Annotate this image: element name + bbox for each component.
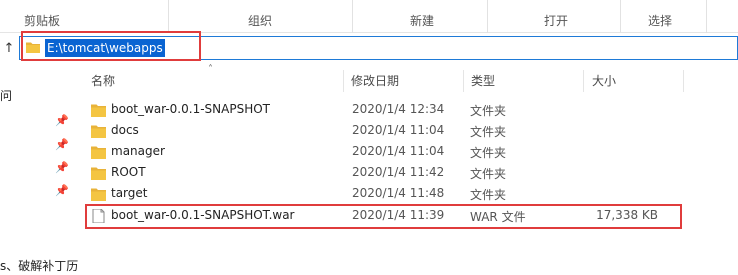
column-divider[interactable] bbox=[683, 70, 684, 92]
ribbon-group-clipboard: 剪贴板 bbox=[23, 14, 60, 28]
ribbon-divider bbox=[706, 0, 707, 33]
file-row[interactable]: target 2020/1/4 11:48 文件夹 bbox=[84, 184, 684, 205]
pin-icon: 📌 bbox=[55, 184, 69, 197]
sort-ascending-icon: ˄ bbox=[208, 64, 213, 75]
file-row[interactable]: manager 2020/1/4 11:04 文件夹 bbox=[84, 142, 684, 163]
folder-icon bbox=[91, 125, 106, 138]
folder-icon bbox=[91, 167, 106, 180]
ribbon-group-open: 打开 bbox=[543, 14, 568, 28]
address-highlight-box bbox=[21, 31, 201, 61]
file-name[interactable]: docs bbox=[111, 123, 139, 137]
ribbon-divider bbox=[352, 0, 353, 33]
file-row[interactable]: boot_war-0.0.1-SNAPSHOT 2020/1/4 12:34 文… bbox=[84, 100, 684, 121]
navigation-pane: 问 📌 📌 📌 📌 s、破解补丁历 bbox=[0, 63, 78, 275]
column-header-name[interactable]: 名称 bbox=[91, 72, 115, 89]
column-divider[interactable] bbox=[343, 70, 344, 92]
ribbon-divider bbox=[168, 0, 169, 33]
ribbon-divider bbox=[487, 0, 488, 33]
folder-icon bbox=[91, 104, 106, 117]
folder-icon bbox=[91, 188, 106, 201]
column-header-size[interactable]: 大小 bbox=[592, 72, 616, 89]
file-type: 文件夹 bbox=[470, 188, 507, 202]
pin-icon: 📌 bbox=[55, 114, 69, 127]
nav-item-partial[interactable]: 问 bbox=[0, 87, 12, 104]
column-header-modified[interactable]: 修改日期 bbox=[351, 72, 399, 89]
file-name[interactable]: ROOT bbox=[111, 165, 146, 179]
file-modified: 2020/1/4 12:34 bbox=[352, 102, 445, 116]
file-modified: 2020/1/4 11:42 bbox=[352, 165, 445, 179]
column-divider[interactable] bbox=[463, 70, 464, 92]
ribbon-group-new: 新建 bbox=[409, 14, 434, 28]
ribbon-divider bbox=[620, 0, 621, 33]
file-type: 文件夹 bbox=[470, 104, 507, 118]
folder-icon bbox=[91, 146, 106, 159]
file-type: 文件夹 bbox=[470, 167, 507, 181]
file-row[interactable]: docs 2020/1/4 11:04 文件夹 bbox=[84, 121, 684, 142]
file-modified: 2020/1/4 11:04 bbox=[352, 144, 445, 158]
pin-icon: 📌 bbox=[55, 161, 69, 174]
file-row[interactable]: ROOT 2020/1/4 11:42 文件夹 bbox=[84, 163, 684, 184]
up-arrow-icon[interactable]: ↑ bbox=[0, 33, 18, 63]
file-modified: 2020/1/4 11:04 bbox=[352, 123, 445, 137]
file-name[interactable]: manager bbox=[111, 144, 165, 158]
file-type: 文件夹 bbox=[470, 146, 507, 160]
file-modified: 2020/1/4 11:48 bbox=[352, 186, 445, 200]
column-divider[interactable] bbox=[583, 70, 584, 92]
nav-item-partial[interactable]: s、破解补丁历 bbox=[0, 257, 78, 274]
column-header-type[interactable]: 类型 bbox=[471, 72, 495, 89]
file-name[interactable]: target bbox=[111, 186, 148, 200]
file-name[interactable]: boot_war-0.0.1-SNAPSHOT bbox=[111, 102, 270, 116]
file-type: 文件夹 bbox=[470, 125, 507, 139]
ribbon: 剪贴板 组织 新建 打开 选择 bbox=[0, 0, 738, 33]
ribbon-group-organize: 组织 bbox=[247, 14, 272, 28]
war-file-highlight-box bbox=[85, 204, 682, 229]
ribbon-group-select: 选择 bbox=[647, 14, 672, 28]
pin-icon: 📌 bbox=[55, 138, 69, 151]
